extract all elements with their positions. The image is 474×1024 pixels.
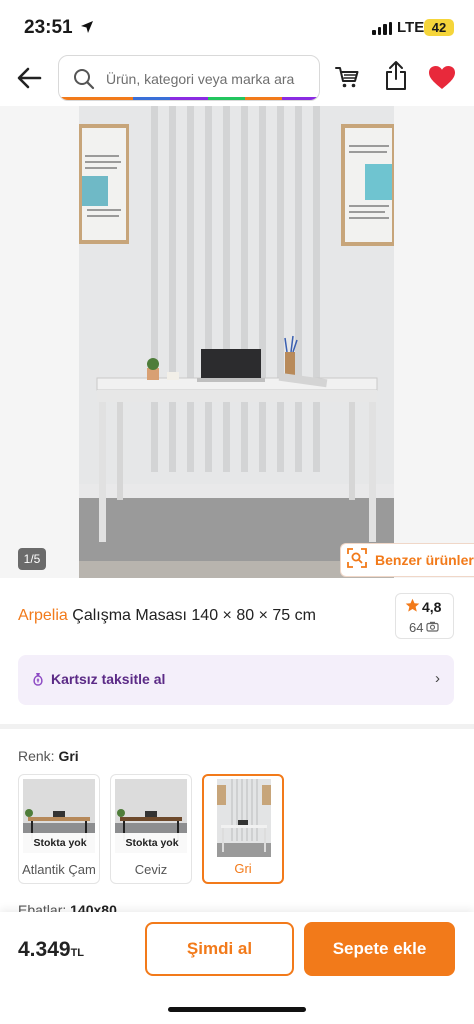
similar-products-button[interactable]: Benzer ürünler	[340, 543, 474, 577]
variant-thumbnail	[217, 779, 271, 857]
variant-atlantik-cam[interactable]: Stokta yok Atlantik Çam	[18, 774, 100, 884]
status-time: 23:51	[24, 17, 73, 38]
battery-indicator: 42	[424, 19, 454, 36]
cart-icon[interactable]	[334, 64, 360, 95]
section-divider	[0, 724, 474, 729]
top-header: Ürün, kategori veya marka ara	[0, 52, 474, 106]
variant-ceviz[interactable]: Stokta yok Ceviz	[110, 774, 192, 884]
share-icon[interactable]	[383, 60, 409, 97]
star-icon	[405, 598, 420, 616]
price-value: 4.349	[18, 938, 71, 961]
status-bar: 23:51 LTE 42	[0, 0, 474, 52]
bottom-purchase-bar: 4.349TL Şimdi al Sepete ekle	[0, 912, 474, 1024]
product-title-row: Arpelia Çalışma Masası 140 × 80 × 75 cm …	[0, 593, 474, 643]
variant-gri[interactable]: Gri	[202, 774, 284, 884]
color-variants: Stokta yok Atlantik Çam Stokta yok Ceviz…	[18, 774, 284, 884]
similar-products-label: Benzer ürünler	[375, 552, 474, 568]
add-to-cart-button[interactable]: Sepete ekle	[304, 922, 455, 976]
rating-value: 4,8	[422, 599, 442, 615]
color-label: Renk: Gri	[18, 748, 79, 764]
buy-now-button[interactable]: Şimdi al	[145, 922, 294, 976]
product-name: Çalışma Masası 140 × 80 × 75 cm	[72, 607, 316, 624]
variant-name: Gri	[234, 861, 252, 876]
chevron-right-icon: ›	[435, 670, 440, 687]
location-arrow-icon	[80, 20, 94, 39]
search-accent-bar	[59, 97, 319, 100]
rating-badge[interactable]: 4,8 64	[395, 593, 454, 639]
selected-color: Gri	[58, 748, 79, 764]
out-of-stock-badge: Stokta yok	[115, 833, 189, 853]
photo-review-count: 64	[409, 620, 424, 635]
cellular-signal-icon	[372, 22, 392, 35]
product-gallery[interactable]: 1/5 Benzer ürünler	[0, 106, 474, 578]
variant-name: Atlantik Çam	[22, 862, 96, 877]
variant-name: Ceviz	[134, 862, 168, 877]
product-photo[interactable]	[79, 106, 394, 578]
visual-search-icon	[347, 547, 367, 573]
out-of-stock-badge: Stokta yok	[23, 833, 97, 853]
price-currency: TL	[70, 947, 85, 959]
money-bag-icon	[32, 672, 44, 691]
installment-banner[interactable]: Kartsız taksitle al ›	[18, 655, 454, 705]
home-indicator[interactable]	[168, 1007, 306, 1012]
network-label: LTE	[397, 19, 425, 36]
back-arrow-icon[interactable]	[14, 64, 46, 92]
product-brand[interactable]: Arpelia	[18, 607, 68, 624]
favorite-heart-icon[interactable]	[428, 65, 456, 96]
camera-icon	[426, 620, 440, 635]
product-title: Arpelia Çalışma Masası 140 × 80 × 75 cm	[18, 607, 316, 625]
installment-label: Kartsız taksitle al	[51, 671, 166, 687]
image-counter: 1/5	[18, 548, 46, 570]
search-placeholder: Ürün, kategori veya marka ara	[106, 71, 295, 87]
product-price: 4.349TL	[18, 938, 84, 962]
search-input[interactable]: Ürün, kategori veya marka ara	[58, 55, 320, 101]
search-icon	[72, 67, 96, 96]
